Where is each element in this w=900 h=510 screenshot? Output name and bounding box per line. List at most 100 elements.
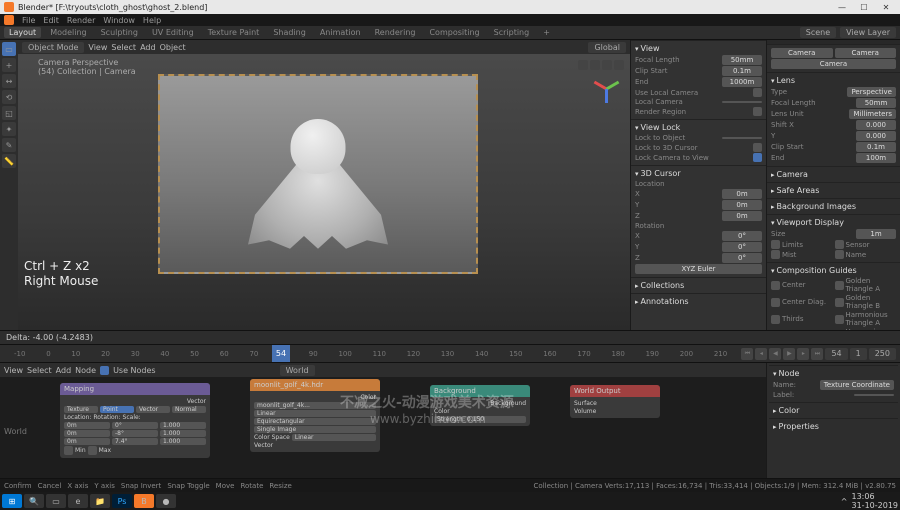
collections-header[interactable]: Collections [635, 280, 762, 291]
cursor-ry[interactable]: 0° [722, 242, 762, 252]
node-color-header[interactable]: Color [773, 405, 894, 416]
tab-add[interactable]: + [538, 27, 555, 38]
node-props-header[interactable]: Properties [773, 421, 894, 432]
lens-header[interactable]: Lens [771, 75, 896, 86]
lockcam-checkbox[interactable] [753, 153, 762, 162]
prev-key-button[interactable]: ◂ [755, 348, 767, 360]
vpd-header[interactable]: Viewport Display [771, 217, 896, 228]
system-tray[interactable]: ^ 13:0631-10-2019 [841, 492, 898, 510]
next-key-button[interactable]: ▸ [797, 348, 809, 360]
clock[interactable]: 13:0631-10-2019 [852, 492, 899, 510]
view-header[interactable]: View [635, 43, 762, 54]
limits-check[interactable] [771, 240, 780, 249]
mist-check[interactable] [771, 250, 780, 259]
cursor-rx[interactable]: 0° [722, 231, 762, 241]
map-sy[interactable]: 1.000 [160, 430, 206, 437]
tab-texpaint[interactable]: Texture Paint [203, 27, 265, 38]
sensor-check[interactable] [835, 240, 844, 249]
tool-rotate-icon[interactable]: ⟲ [2, 90, 16, 104]
vp-menu-add[interactable]: Add [140, 43, 156, 52]
bg-header[interactable]: Background Images [771, 201, 896, 212]
cursor-rz[interactable]: 0° [722, 253, 762, 263]
focal-value[interactable]: 50mm [722, 55, 762, 65]
lockobj-value[interactable] [722, 137, 762, 139]
menu-window[interactable]: Window [103, 16, 135, 25]
lockcursor-checkbox[interactable] [753, 143, 762, 152]
name-check[interactable] [835, 250, 844, 259]
tool-cursor-icon[interactable]: + [2, 58, 16, 72]
map-z[interactable]: 0m [64, 438, 110, 445]
safe-header[interactable]: Safe Areas [771, 185, 896, 196]
env-single[interactable]: Single Image [254, 426, 376, 433]
camera-data-selector[interactable]: Camera [771, 59, 896, 69]
shading-wireframe-icon[interactable] [578, 60, 588, 70]
map-y[interactable]: 0m [64, 430, 110, 437]
map-rx[interactable]: 0° [112, 422, 158, 429]
jump-start-button[interactable]: ⏮ [741, 348, 753, 360]
usenodes-checkbox[interactable] [100, 366, 109, 375]
cursor-mode[interactable]: XYZ Euler [635, 264, 762, 274]
tool-annotate-icon[interactable]: ✎ [2, 138, 16, 152]
cursor-z[interactable]: 0m [722, 211, 762, 221]
map-sz[interactable]: 1.000 [160, 438, 206, 445]
env-texture-node[interactable]: moonlit_golf_4k.hdr Color moonlit_golf_4… [250, 379, 380, 452]
tool-scale-icon[interactable]: ◱ [2, 106, 16, 120]
tab-compositing[interactable]: Compositing [424, 27, 484, 38]
vp-menu-object[interactable]: Object [160, 43, 186, 52]
close-button[interactable]: ✕ [876, 1, 896, 13]
compguides-header[interactable]: Composition Guides [771, 265, 896, 276]
node-side-header[interactable]: Node [773, 368, 894, 379]
node-menu-add[interactable]: Add [56, 366, 72, 375]
vp-menu-select[interactable]: Select [111, 43, 136, 52]
tab-modeling[interactable]: Modeling [45, 27, 91, 38]
cursor-header[interactable]: 3D Cursor [635, 168, 762, 179]
end-value[interactable]: 1000m [722, 77, 762, 87]
lens-type[interactable]: Perspective [847, 87, 896, 97]
mapping-node[interactable]: Mapping Vector TexturePointVectorNormal … [60, 383, 210, 458]
viewlock-header[interactable]: View Lock [635, 122, 762, 133]
map-x[interactable]: 0m [64, 422, 110, 429]
env-cs[interactable]: Linear [292, 434, 376, 441]
shading-lookdev-icon[interactable] [602, 60, 612, 70]
background-node[interactable]: Background Background Color Strength: 0.… [430, 385, 530, 426]
env-image[interactable]: moonlit_golf_4k... [254, 402, 376, 409]
tool-measure-icon[interactable]: 📏 [2, 154, 16, 168]
map-sx[interactable]: 1.000 [160, 422, 206, 429]
timeline[interactable]: -100102030405060708090100110120130140150… [0, 344, 900, 362]
maximize-button[interactable]: ☐ [854, 1, 874, 13]
tray-up-icon[interactable]: ^ [841, 497, 848, 506]
menu-file[interactable]: File [22, 16, 35, 25]
node-label-field[interactable] [854, 394, 894, 396]
shading-rendered-icon[interactable] [614, 60, 624, 70]
uselocal-checkbox[interactable] [753, 88, 762, 97]
env-interp[interactable]: Linear [254, 410, 376, 417]
tab-sculpting[interactable]: Sculpting [96, 27, 143, 38]
play-button[interactable]: ▶ [783, 348, 795, 360]
play-reverse-button[interactable]: ◀ [769, 348, 781, 360]
shading-solid-icon[interactable] [590, 60, 600, 70]
clipstart-value[interactable]: 0.1m [722, 66, 762, 76]
env-proj[interactable]: Equirectangular [254, 418, 376, 425]
world-selector[interactable]: World [280, 365, 315, 376]
world-output-node[interactable]: World Output Surface Volume [570, 385, 660, 418]
minimize-button[interactable]: — [832, 1, 852, 13]
lens-unit[interactable]: Millimeters [849, 109, 896, 119]
menu-render[interactable]: Render [67, 16, 95, 25]
menu-help[interactable]: Help [143, 16, 161, 25]
bg-strength[interactable]: Strength: 0.150 [434, 416, 526, 423]
lens-shifty[interactable]: 0.000 [856, 131, 896, 141]
cursor-x[interactable]: 0m [722, 189, 762, 199]
node-menu-view[interactable]: View [4, 366, 23, 375]
node-name-field[interactable]: Texture Coordinate [820, 380, 894, 390]
scene-selector[interactable]: Scene [800, 27, 836, 38]
frame-current[interactable]: 54 [825, 348, 847, 360]
viewlayer-selector[interactable]: View Layer [840, 27, 896, 38]
tab-scripting[interactable]: Scripting [489, 27, 535, 38]
frame-start[interactable]: 1 [850, 348, 867, 360]
tool-transform-icon[interactable]: ✦ [2, 122, 16, 136]
axis-gizmo[interactable] [590, 74, 620, 104]
tab-layout[interactable]: Layout [4, 27, 41, 38]
tool-move-icon[interactable]: ↔ [2, 74, 16, 88]
tab-rendering[interactable]: Rendering [370, 27, 421, 38]
jump-end-button[interactable]: ⏭ [811, 348, 823, 360]
